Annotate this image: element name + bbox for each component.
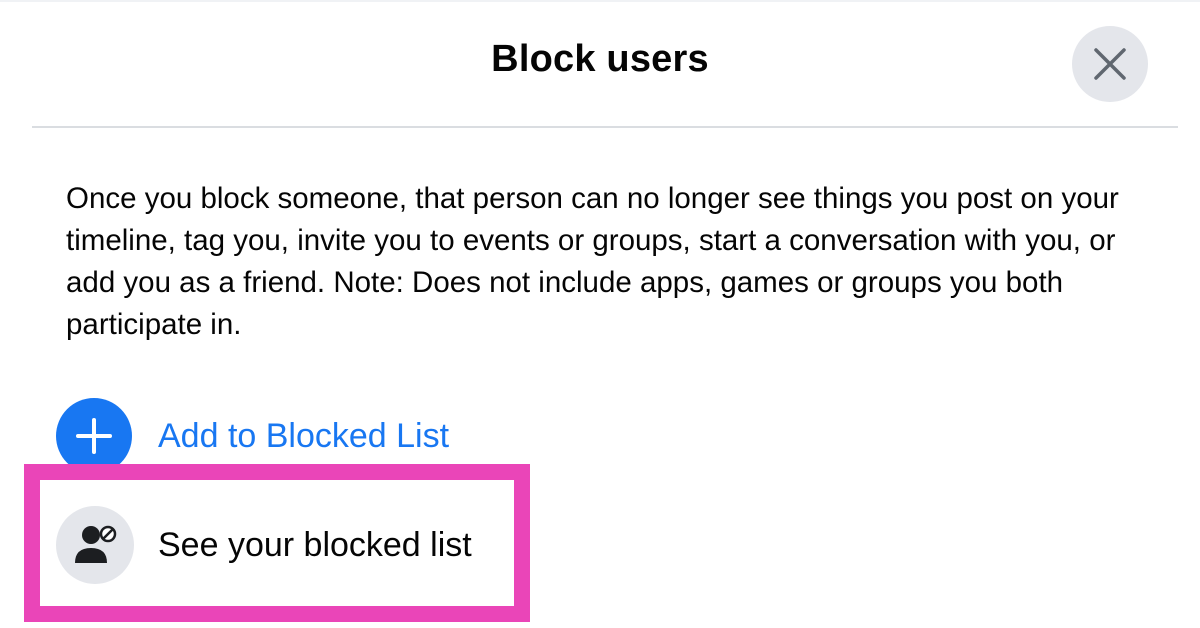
add-to-blocked-list-label: Add to Blocked List — [158, 416, 450, 455]
close-icon — [1094, 48, 1126, 80]
plus-icon — [56, 398, 132, 474]
block-description: Once you block someone, that person can … — [66, 182, 1119, 341]
highlight-box — [24, 464, 530, 622]
dialog-title: Block users — [491, 38, 709, 80]
dialog-header: Block users — [0, 0, 1200, 126]
header-divider — [32, 126, 1178, 128]
add-to-blocked-list-button[interactable]: Add to Blocked List — [56, 398, 449, 474]
block-users-dialog: Block users Once you block someone, that… — [0, 0, 1200, 628]
close-button[interactable] — [1072, 26, 1148, 102]
